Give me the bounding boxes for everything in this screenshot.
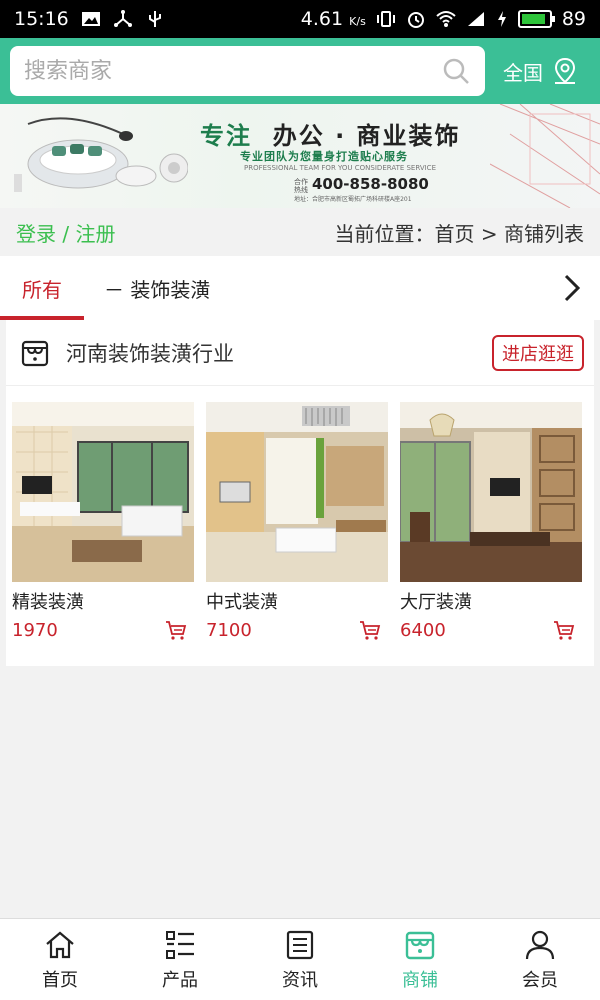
banner-phone-label: 合作热线 <box>294 178 308 194</box>
news-icon <box>286 930 314 959</box>
product-name[interactable]: 大厅装潢 <box>400 588 582 614</box>
promo-banner[interactable]: 专注 办公 · 商业装饰 专业团队为您量身打造贴心服务 PROFESSIONAL… <box>0 104 600 208</box>
nav-shops[interactable]: 商铺 <box>360 919 480 1000</box>
product-name[interactable]: 精装装潢 <box>12 588 194 614</box>
usb-icon <box>148 11 161 27</box>
breadcrumb: 当前位置：首页 > 商铺列表 <box>334 221 584 246</box>
login-register-link[interactable]: 登录 / 注册 <box>16 218 115 247</box>
product-card[interactable]: 大厅装潢 6400 <box>400 402 582 642</box>
network-speed: 4.61 K/s <box>300 8 366 30</box>
search-input[interactable] <box>24 58 441 84</box>
nav-products-label: 产品 <box>162 969 198 991</box>
user-icon <box>525 930 555 959</box>
share-icon <box>113 10 132 27</box>
cart-icon[interactable] <box>552 618 576 642</box>
sofa-illustration <box>14 117 188 192</box>
tab-decoration[interactable]: － 装饰装潢 <box>104 274 210 303</box>
nav-news-label: 资讯 <box>282 969 318 991</box>
list-icon <box>166 930 194 959</box>
vibrate-icon <box>376 11 395 27</box>
home-icon <box>46 931 74 958</box>
product-price: 7100 <box>206 619 252 641</box>
status-bar: 15:16 4.61 K/s 89 <box>0 0 600 38</box>
tab-all[interactable]: 所有 <box>0 256 84 320</box>
charging-icon <box>497 11 506 27</box>
shop-card: 河南装饰装潢行业 进店逛逛 精装装潢 1970 中式装潢 7100 大厅装潢 6… <box>6 320 594 666</box>
region-selector[interactable]: 全国 <box>503 57 579 86</box>
product-name[interactable]: 中式装潢 <box>206 588 388 614</box>
cart-icon[interactable] <box>164 618 188 642</box>
product-image[interactable] <box>206 402 388 582</box>
search-icon[interactable] <box>441 56 471 86</box>
shop-icon <box>405 931 435 959</box>
alarm-icon <box>407 12 424 28</box>
shop-name[interactable]: 河南装饰装潢行业 <box>66 338 234 368</box>
region-label: 全国 <box>503 60 543 85</box>
blueprint-decoration <box>490 104 600 208</box>
nav-home[interactable]: 首页 <box>0 919 120 1000</box>
banner-subtitle-en: PROFESSIONAL TEAM FOR YOU CONSIDERATE SE… <box>244 164 436 172</box>
battery-level: 89 <box>561 8 586 30</box>
nav-member-label: 会员 <box>522 969 558 991</box>
product-list: 精装装潢 1970 中式装潢 7100 大厅装潢 6400 <box>6 386 594 642</box>
banner-address: 地址：合肥市高新区蜀拓广场科研楼A座201 <box>294 196 412 203</box>
banner-subtitle: 专业团队为您量身打造贴心服务 <box>240 150 408 163</box>
product-card[interactable]: 精装装潢 1970 <box>12 402 194 642</box>
product-image[interactable] <box>12 402 194 582</box>
shop-header: 河南装饰装潢行业 进店逛逛 <box>6 320 594 386</box>
banner-phone: 400-858-8080 <box>312 175 429 193</box>
cart-icon[interactable] <box>358 618 382 642</box>
nav-member[interactable]: 会员 <box>480 919 600 1000</box>
nav-news[interactable]: 资讯 <box>240 919 360 1000</box>
search-box[interactable] <box>10 46 485 96</box>
product-price: 1970 <box>12 619 58 641</box>
product-card[interactable]: 中式装潢 7100 <box>206 402 388 642</box>
nav-shops-label: 商铺 <box>402 969 438 991</box>
nav-products[interactable]: 产品 <box>120 919 240 1000</box>
signal-4g-icon <box>467 12 484 26</box>
category-tabs: 所有 － 装饰装潢 <box>0 256 600 320</box>
product-image[interactable] <box>400 402 582 582</box>
store-icon <box>21 340 49 366</box>
visit-shop-button[interactable]: 进店逛逛 <box>492 334 584 371</box>
image-icon <box>81 12 100 26</box>
wifi-icon <box>436 11 456 27</box>
status-time: 15:16 <box>14 8 69 30</box>
location-row: 登录 / 注册 当前位置：首页 > 商铺列表 <box>0 208 600 256</box>
product-price: 6400 <box>400 619 446 641</box>
bottom-nav: 首页 产品 资讯 商铺 会员 <box>0 918 600 1000</box>
chevron-right-icon[interactable] <box>552 268 592 308</box>
battery-icon <box>517 10 555 28</box>
nav-home-label: 首页 <box>42 969 78 991</box>
banner-title: 专注 办公 · 商业装饰 <box>200 122 461 150</box>
location-pin-icon <box>554 57 576 84</box>
search-header: 全国 <box>0 38 600 104</box>
